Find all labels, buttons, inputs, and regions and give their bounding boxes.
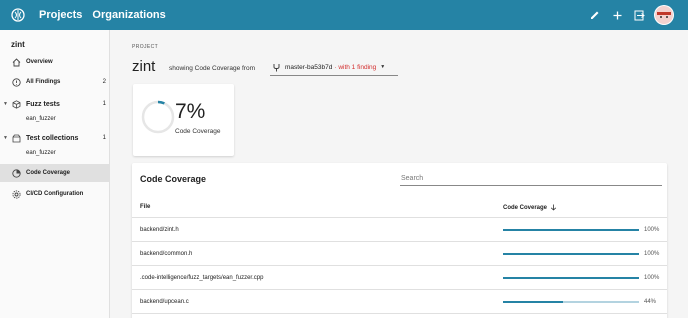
caret-down-icon[interactable]: ▼ xyxy=(3,101,8,107)
git-branch-icon xyxy=(272,63,281,72)
coverage-value: 100% xyxy=(644,275,660,281)
nav-projects-link[interactable]: Projects xyxy=(39,9,82,21)
dropdown-arrow-icon: ▼ xyxy=(380,64,386,70)
logout-icon[interactable] xyxy=(628,4,650,26)
sidebar-item-test-collections[interactable]: ▼ Test collections 1 xyxy=(0,130,110,146)
sidebar-item-label: Code Coverage xyxy=(26,170,71,176)
sidebar-item-all-findings[interactable]: All Findings 2 xyxy=(0,74,110,90)
coverage-table-card: Code Coverage Search File Code Coverage … xyxy=(132,163,667,318)
sidebar-item-fuzz-tests[interactable]: ▼ Fuzz tests 1 xyxy=(0,96,110,112)
gear-icon xyxy=(12,189,21,199)
sidebar-item-code-coverage[interactable]: Code Coverage xyxy=(0,164,110,182)
edit-pencil-icon[interactable] xyxy=(584,4,606,26)
top-app-bar: Projects Organizations xyxy=(0,0,688,30)
findings-count: 2 xyxy=(102,79,106,85)
file-name: backend/common.h xyxy=(140,251,193,257)
coverage-bar xyxy=(503,301,639,303)
branch-name: master-ba53b7d xyxy=(285,63,333,71)
sidebar-subitem-fuzz-test[interactable]: ean_fuzzer xyxy=(26,116,56,122)
add-plus-icon[interactable] xyxy=(606,4,628,26)
column-header-file[interactable]: File xyxy=(140,204,150,210)
table-header: File Code Coverage xyxy=(132,196,667,218)
coverage-percentage-label: Code Coverage xyxy=(175,128,221,135)
sidebar-item-label: Overview xyxy=(26,59,53,65)
inbox-icon xyxy=(12,134,21,143)
sidebar-item-label: Fuzz tests xyxy=(26,100,60,108)
home-icon xyxy=(12,57,21,67)
sidebar-item-label: All Findings xyxy=(26,79,61,85)
coverage-value: 100% xyxy=(644,227,660,233)
table-row[interactable]: backend/upcean.c 44% xyxy=(132,290,667,314)
column-header-label: Code Coverage xyxy=(503,204,548,211)
sidebar-subitem-collection[interactable]: ean_fuzzer xyxy=(26,150,56,156)
coverage-bar xyxy=(503,229,639,231)
coverage-bar xyxy=(503,277,639,279)
coverage-table-title: Code Coverage xyxy=(140,174,207,184)
app-logo-icon[interactable] xyxy=(11,8,25,22)
showing-label: showing Code Coverage from xyxy=(169,65,255,72)
page-title: zint xyxy=(132,58,156,75)
collections-count: 1 xyxy=(102,135,106,141)
sidebar-item-cicd-configuration[interactable]: CI/CD Configuration xyxy=(0,186,110,202)
file-name: .code-intelligence/fuzz_targets/ean_fuzz… xyxy=(140,275,264,281)
column-header-coverage[interactable]: Code Coverage xyxy=(503,204,557,211)
file-name: backend/zint.h xyxy=(140,227,179,233)
coverage-percentage: 7% xyxy=(175,100,206,123)
coverage-bar xyxy=(503,253,639,255)
sidebar-item-label: Test collections xyxy=(26,134,79,142)
table-row[interactable]: backend/zint.h 100% xyxy=(132,218,667,242)
table-row[interactable]: backend/common.h 100% xyxy=(132,242,667,266)
finding-count-text: · with 1 finding xyxy=(334,63,377,71)
sidebar-project-name: zint xyxy=(11,40,25,49)
branch-select[interactable]: master-ba53b7d · with 1 finding ▼ xyxy=(270,59,398,76)
coverage-ring xyxy=(141,100,175,134)
caret-down-icon[interactable]: ▼ xyxy=(3,135,8,141)
coverage-icon xyxy=(12,168,21,178)
nav-organizations-link[interactable]: Organizations xyxy=(92,9,165,21)
search-input[interactable]: Search xyxy=(400,173,662,186)
fuzz-tests-count: 1 xyxy=(102,101,106,107)
file-name: backend/upcean.c xyxy=(140,299,189,305)
sidebar: zint Overview All Findings 2 ▼ Fuzz test… xyxy=(0,30,110,318)
coverage-value: 100% xyxy=(644,251,660,257)
sidebar-item-label: CI/CD Configuration xyxy=(26,191,84,197)
sort-arrow-down-icon[interactable] xyxy=(550,204,557,211)
alert-circle-icon xyxy=(12,77,21,87)
cube-icon xyxy=(12,99,21,109)
sidebar-item-overview[interactable]: Overview xyxy=(0,54,110,70)
table-row[interactable]: .code-intelligence/fuzz_targets/ean_fuzz… xyxy=(132,266,667,290)
coverage-summary-card: 7% Code Coverage xyxy=(133,84,234,156)
main-content: PROJECT zint showing Code Coverage from … xyxy=(110,30,688,318)
user-avatar[interactable] xyxy=(654,5,674,25)
page-eyebrow: PROJECT xyxy=(132,44,159,50)
coverage-value: 44% xyxy=(644,299,657,305)
